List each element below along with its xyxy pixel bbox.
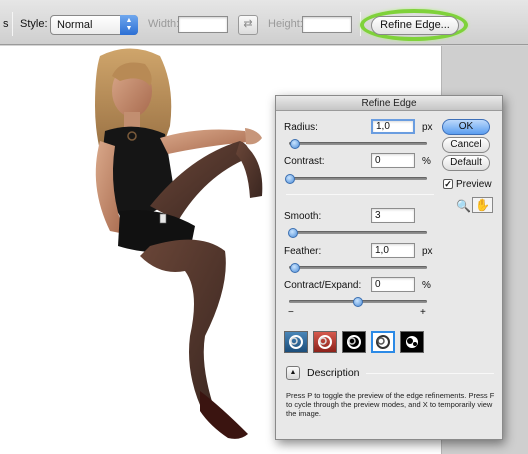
view-mode-on-white[interactable] bbox=[371, 331, 395, 353]
radius-input[interactable]: 1,0 bbox=[371, 119, 415, 134]
style-select-value: Normal bbox=[57, 19, 93, 31]
radius-slider-thumb[interactable] bbox=[290, 139, 300, 149]
options-fragment-label: s bbox=[3, 18, 9, 30]
view-mode-standard-icon bbox=[289, 335, 303, 349]
minus-label: − bbox=[288, 307, 294, 318]
contrast-slider-thumb[interactable] bbox=[285, 174, 295, 184]
feather-slider-thumb[interactable] bbox=[290, 263, 300, 273]
view-mode-on-white-icon bbox=[376, 335, 390, 349]
cancel-button[interactable]: Cancel bbox=[442, 137, 490, 153]
refine-edge-button[interactable]: Refine Edge... bbox=[371, 16, 459, 35]
view-mode-on-black[interactable] bbox=[342, 331, 366, 353]
feather-label: Feather: bbox=[284, 246, 322, 257]
dialog-title: Refine Edge bbox=[276, 96, 502, 111]
radius-slider-track[interactable] bbox=[289, 142, 427, 145]
contrast-slider-track[interactable] bbox=[289, 177, 427, 180]
smooth-label: Smooth: bbox=[284, 211, 322, 222]
options-bar: s Style: Normal ▲ ▼ Width: ⇄ Height: Refi… bbox=[0, 0, 528, 45]
disclosure-triangle-icon: ▲ bbox=[289, 369, 297, 376]
view-mode-quick-mask-icon bbox=[318, 335, 332, 349]
height-label: Height: bbox=[268, 18, 303, 30]
height-field[interactable] bbox=[302, 16, 352, 33]
view-mode-on-black-icon bbox=[347, 335, 361, 349]
contract-expand-unit: % bbox=[422, 280, 431, 291]
radius-unit: px bbox=[422, 122, 433, 133]
hand-icon[interactable]: ✋ bbox=[472, 197, 493, 213]
swap-dimensions-button[interactable]: ⇄ bbox=[238, 15, 258, 35]
default-button[interactable]: Default bbox=[442, 155, 490, 171]
options-separator bbox=[12, 12, 13, 36]
ok-button[interactable]: OK bbox=[442, 119, 490, 135]
feather-input[interactable]: 1,0 bbox=[371, 243, 415, 258]
radius-label: Radius: bbox=[284, 122, 318, 133]
width-field[interactable] bbox=[178, 16, 228, 33]
style-select[interactable]: Normal ▲ ▼ bbox=[50, 15, 138, 35]
contract-expand-input[interactable]: 0 bbox=[371, 277, 415, 292]
width-label: Width: bbox=[148, 18, 180, 30]
plus-label: + bbox=[420, 307, 426, 318]
zoom-icon[interactable]: 🔍 bbox=[456, 199, 471, 213]
view-mode-mask-icon bbox=[406, 336, 418, 348]
smooth-input[interactable]: 3 bbox=[371, 208, 415, 223]
section-divider bbox=[286, 194, 434, 195]
contrast-unit: % bbox=[422, 156, 431, 167]
smooth-slider-thumb[interactable] bbox=[288, 228, 298, 238]
feather-slider-track[interactable] bbox=[289, 266, 427, 269]
description-label: Description bbox=[307, 367, 360, 379]
description-text: Press P to toggle the preview of the edg… bbox=[286, 391, 495, 418]
view-mode-quick-mask[interactable] bbox=[313, 331, 337, 353]
feather-unit: px bbox=[422, 246, 433, 257]
view-mode-mask[interactable] bbox=[400, 331, 424, 353]
contrast-input[interactable]: 0 bbox=[371, 153, 415, 168]
description-toggle-button[interactable]: ▲ bbox=[286, 366, 300, 380]
refine-edge-dialog: Refine Edge Radius: 1,0 px Contrast: 0 %… bbox=[275, 95, 503, 440]
contrast-label: Contrast: bbox=[284, 156, 325, 167]
view-mode-standard[interactable] bbox=[284, 331, 308, 353]
contract-expand-label: Contract/Expand: bbox=[284, 280, 362, 291]
contract-expand-slider-thumb[interactable] bbox=[353, 297, 363, 307]
description-divider bbox=[366, 373, 494, 374]
style-label: Style: bbox=[20, 18, 48, 30]
preview-label: Preview bbox=[456, 179, 492, 190]
swap-arrows-icon: ⇄ bbox=[243, 18, 253, 30]
preview-checkbox[interactable]: ✓ bbox=[443, 179, 453, 189]
smooth-slider-track[interactable] bbox=[289, 231, 427, 234]
select-arrows-icon: ▲ ▼ bbox=[120, 15, 138, 35]
